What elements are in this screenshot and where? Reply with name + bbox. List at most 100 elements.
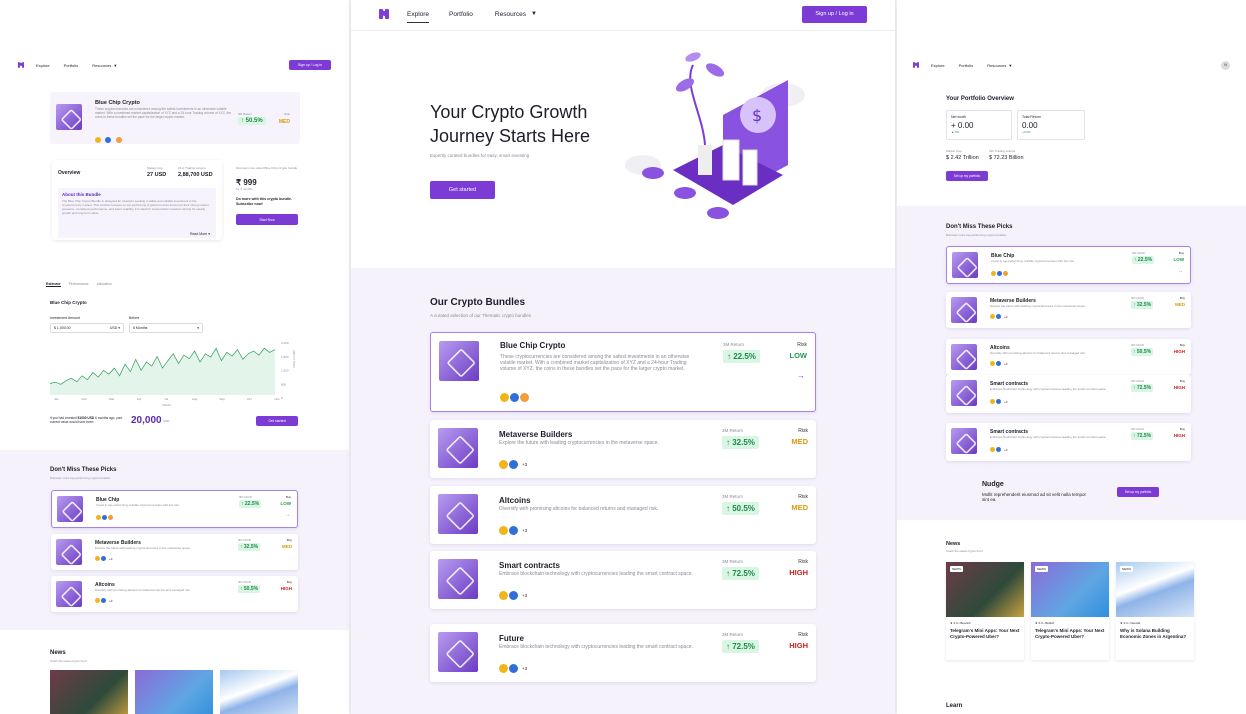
x-tick-label: Apr	[137, 397, 142, 401]
return-pill: ↑ 50.5%	[722, 502, 759, 515]
avatar[interactable]: N	[1221, 60, 1230, 70]
nav-portfolio[interactable]: Portfolio	[449, 11, 473, 18]
nav-explore[interactable]: Explore	[36, 63, 50, 68]
return-value: 32.5%	[732, 438, 755, 447]
return-label: 3M Return	[722, 428, 744, 433]
nudge-button[interactable]: Set up my portfolio	[1117, 487, 1159, 497]
pick-card[interactable]: Altcoins Diversify with promising altcoi…	[51, 576, 298, 612]
before-label: Before	[129, 316, 140, 320]
buy-label[interactable]: Buy	[286, 495, 291, 499]
pick-description: Invest in top-performing, reliable crypt…	[991, 259, 1075, 263]
risk-value: MED	[1175, 302, 1185, 307]
news-card[interactable]: NEWS ★ 4.3 • Neutral Why is Solana Build…	[1116, 562, 1194, 660]
currency-select[interactable]: USD	[110, 326, 117, 330]
arrow-right-icon[interactable]: →	[285, 512, 290, 518]
logo-icon[interactable]	[913, 62, 919, 68]
news-card[interactable]: NEWS ★ 4.3 • Bearish Telegram's Mini App…	[946, 562, 1024, 660]
news-card[interactable]: NEWS ★ 4.3 • Bullish Telegram's Mini App…	[1031, 562, 1109, 660]
buy-label[interactable]: Buy	[287, 538, 292, 542]
hero-cta-button[interactable]: Get started	[430, 181, 495, 199]
nav-explore[interactable]: Explore	[407, 11, 430, 23]
tab-performance[interactable]: Performance	[69, 282, 89, 287]
bundle-card[interactable]: Blue Chip Crypto These cryptocurrencies …	[430, 332, 816, 412]
nav-divider	[351, 30, 895, 31]
coin-icon	[499, 526, 508, 535]
coin-icon	[95, 137, 101, 143]
more-coins: +3	[1004, 314, 1008, 319]
pick-card[interactable]: Altcoins Diversify with promising altcoi…	[946, 339, 1191, 375]
read-more-link[interactable]: Read More ▾	[190, 232, 210, 236]
bundle-card[interactable]: Altcoins Diversify with promising altcoi…	[430, 486, 816, 544]
return-pill: ↑ 50.5%	[238, 585, 261, 593]
nav-resources[interactable]: Resources	[495, 11, 526, 18]
arrow-right-icon[interactable]: →	[797, 371, 805, 380]
setup-portfolio-button[interactable]: Set up my portfolio	[946, 171, 988, 181]
price: ₹ 999	[236, 178, 257, 187]
buy-label[interactable]: Buy	[1180, 427, 1185, 431]
tab-allocation[interactable]: Allocation	[97, 282, 112, 287]
tab-estimate[interactable]: Estimate	[46, 282, 61, 287]
buy-label[interactable]: Buy	[1180, 343, 1185, 347]
pick-card[interactable]: Blue Chip Invest in top-performing, reli…	[946, 246, 1191, 284]
risk-label: Risk	[797, 342, 807, 348]
news-image	[220, 670, 298, 714]
hero-subtitle: Expertly curated bundles for easy, smart…	[430, 153, 530, 158]
coin-icon	[499, 460, 508, 469]
buy-label[interactable]: Buy	[1179, 251, 1184, 255]
pick-description: Explore the future with leading cryptocu…	[990, 304, 1086, 308]
coin-icon	[996, 361, 1001, 366]
news-card[interactable]	[50, 670, 128, 714]
hero-pot	[698, 145, 712, 175]
pick-card[interactable]: Smart contracts Embrace blockchain techn…	[946, 375, 1191, 413]
estimate-cta-button[interactable]: Get started	[256, 416, 298, 426]
logo-icon[interactable]	[379, 9, 389, 19]
start-now-button[interactable]: Start Now	[236, 214, 298, 226]
coin-icons: +3	[499, 664, 527, 673]
chevron-down-icon[interactable]: ▼	[1008, 63, 1012, 68]
nav-resources[interactable]: Resources	[987, 63, 1006, 68]
bundles-subtitle: A curated selection of our Thematic cryp…	[430, 313, 531, 318]
y-tick-label: 2,000	[281, 341, 289, 345]
coin-icon	[996, 399, 1001, 404]
return-label: 3M CAGR	[1131, 427, 1144, 431]
pick-card[interactable]: Blue Chip Invest in top-performing, reli…	[51, 490, 298, 528]
y-tick-label: 1,500	[281, 355, 289, 359]
pick-description: Diversify with promising altcoins for ba…	[990, 351, 1086, 355]
hero-title: Your Crypto Growth Journey Starts Here	[430, 100, 590, 148]
news-card[interactable]	[135, 670, 213, 714]
coin-icon	[520, 393, 529, 402]
coin-icon	[499, 591, 508, 600]
coin-icons: +3	[95, 598, 112, 603]
amount-input[interactable]: $ 1,000.00 USD ▾	[50, 323, 124, 333]
signup-button[interactable]: Sign up / Log in	[289, 60, 331, 70]
nav-resources[interactable]: Resources	[92, 63, 111, 68]
pick-card[interactable]: Smart contracts Embrace blockchain techn…	[946, 423, 1191, 461]
buy-label[interactable]: Buy	[287, 580, 292, 584]
before-select[interactable]: 6 Months ▾	[129, 323, 203, 333]
pick-card[interactable]: Metaverse Builders Explore the future wi…	[51, 534, 298, 570]
news-meta-text: 4.3 • Bullish	[1038, 621, 1055, 625]
volume-label: 24h Trading volume	[989, 149, 1016, 153]
logo-icon[interactable]	[18, 62, 24, 68]
nav-portfolio[interactable]: Portfolio	[64, 63, 79, 68]
pick-card[interactable]: Metaverse Builders Explore the future wi…	[946, 292, 1191, 328]
chevron-down-icon[interactable]: ▼	[531, 11, 537, 17]
amount-value: 1,000.00	[56, 326, 71, 330]
signup-button[interactable]: Sign up / Log in	[802, 5, 867, 23]
bundle-card[interactable]: Metaverse Builders Explore the future wi…	[430, 420, 816, 478]
more-coins: +3	[1004, 447, 1008, 452]
chevron-down-icon[interactable]: ▼	[113, 63, 117, 68]
net-worth-value: + 0.00	[951, 121, 974, 130]
buy-label[interactable]: Buy	[1180, 379, 1185, 383]
bundle-card[interactable]: Smart contracts Embrace blockchain techn…	[430, 551, 816, 609]
buy-label[interactable]: Buy	[1180, 296, 1185, 300]
news-meta: ★ 4.3 • Neutral	[1120, 621, 1141, 625]
estimate-tabs: Estimate Performance Allocation	[46, 282, 112, 287]
picks-subtitle: Discover more top-performing crypto bund…	[946, 233, 1007, 237]
bundle-card[interactable]: Future Embrace blockchain technology wit…	[430, 624, 816, 682]
risk-label: Risk	[798, 559, 808, 565]
nav-explore[interactable]: Explore	[931, 63, 945, 68]
news-card[interactable]	[220, 670, 298, 714]
nav-portfolio[interactable]: Portfolio	[959, 63, 974, 68]
arrow-right-icon[interactable]: →	[1178, 268, 1183, 274]
